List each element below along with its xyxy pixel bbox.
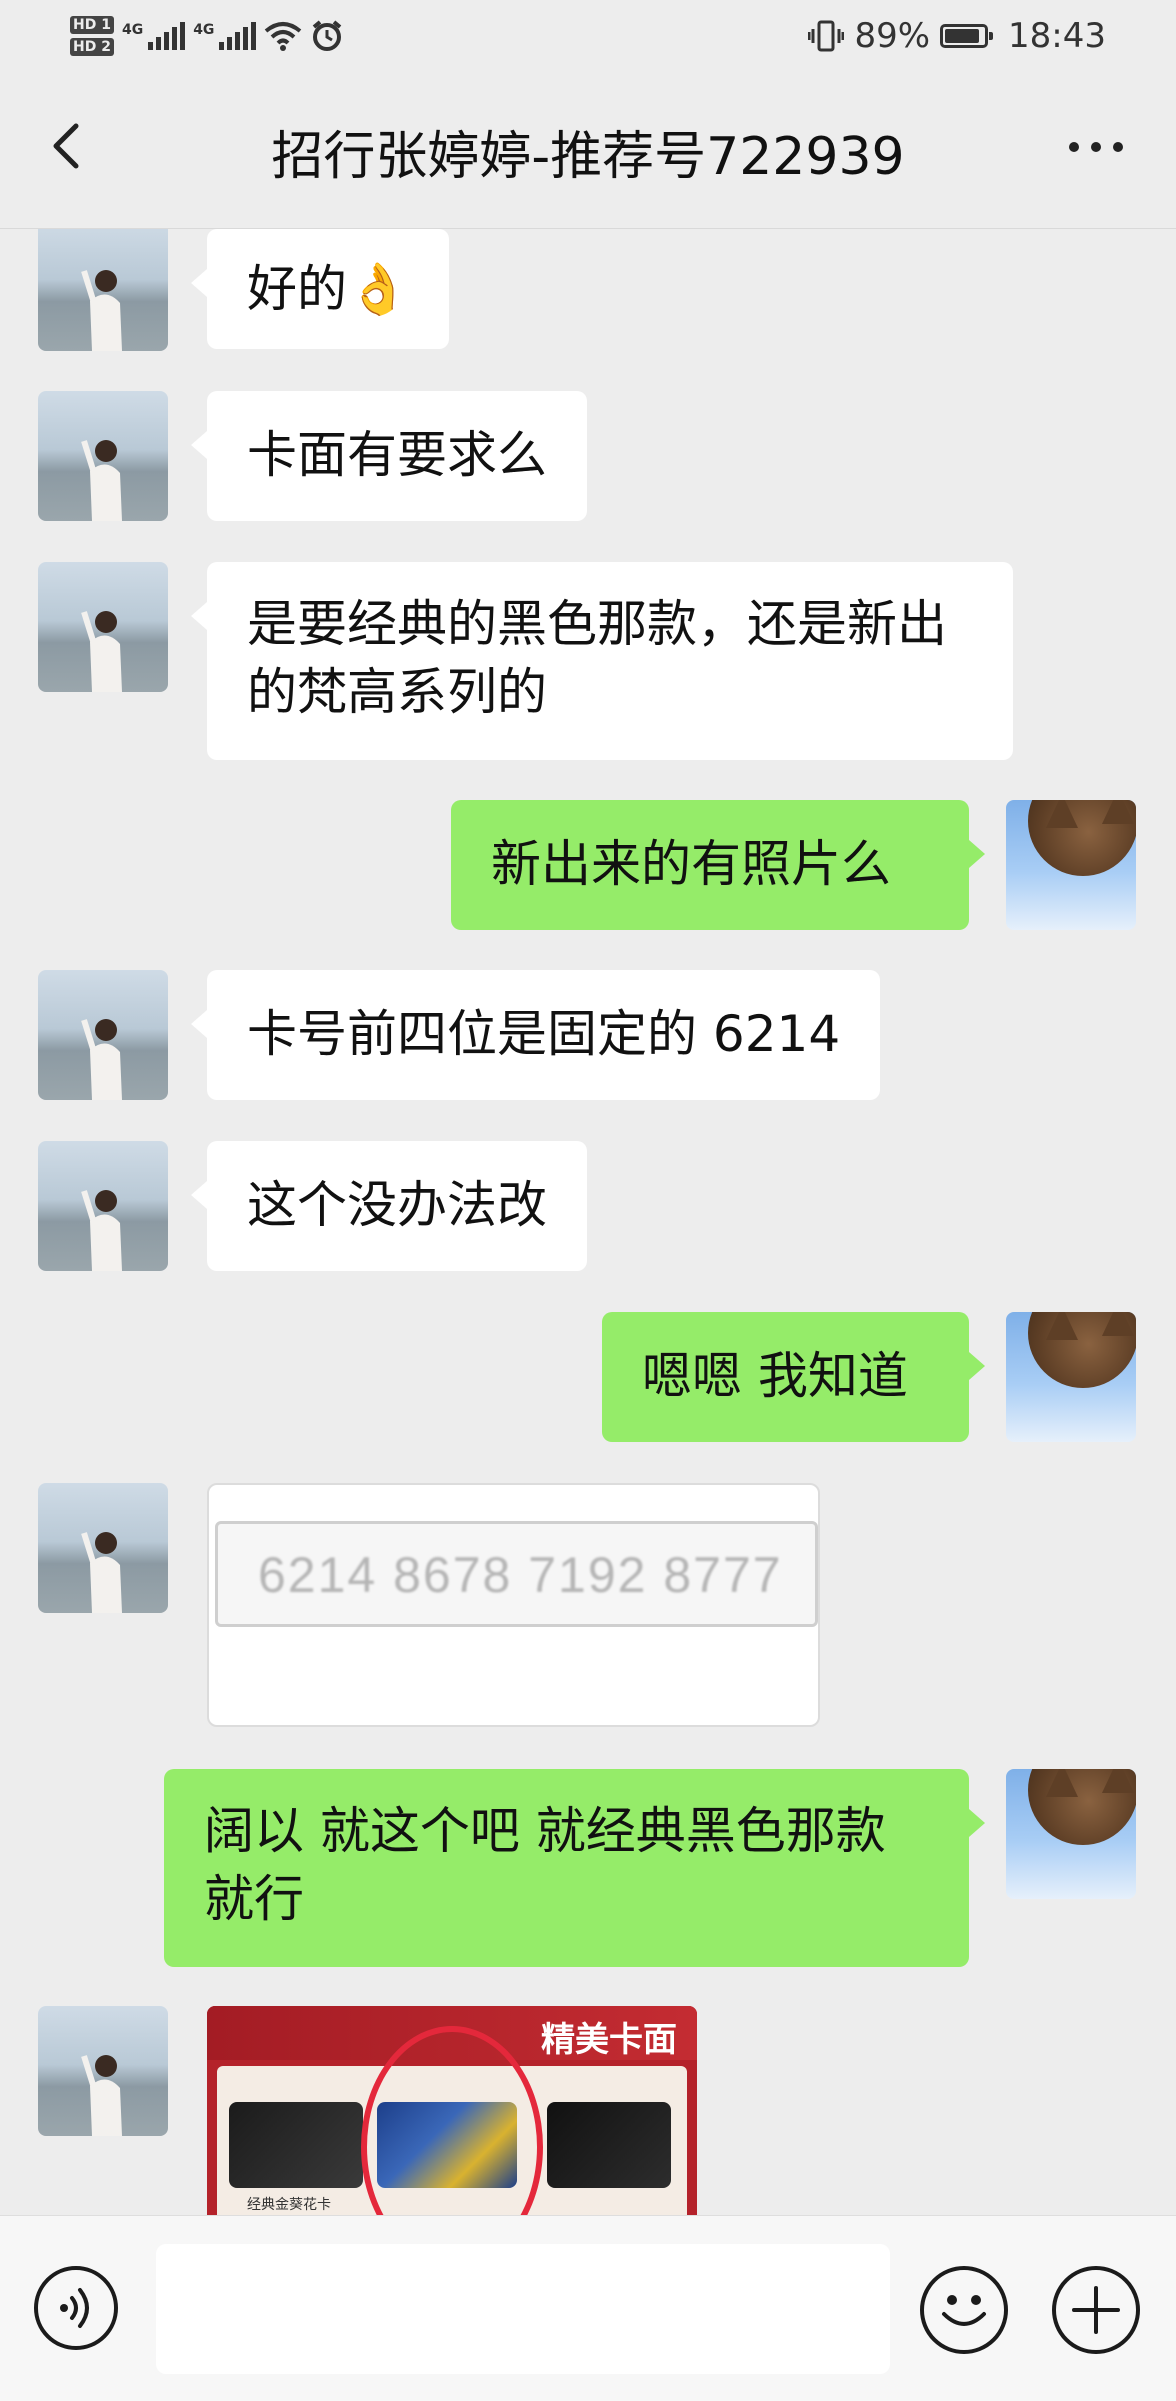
my-avatar[interactable] [1006, 1312, 1136, 1442]
card-number-field: 6214 8678 7192 8777 [215, 1521, 818, 1627]
message-received: 好的👌 [0, 229, 1176, 351]
contact-avatar[interactable] [38, 391, 168, 521]
more-dots-icon[interactable] [1056, 122, 1136, 172]
message-received: 卡面有要求么 [0, 391, 1176, 521]
message-bubble[interactable]: 是要经典的黑色那款，还是新出的梵高系列的 [191, 562, 1013, 760]
message-bubble[interactable]: 阔以 就这个吧 就经典黑色那款就行 [164, 1769, 985, 1967]
message-received: 6214 8678 7192 8777 [0, 1483, 1176, 1727]
hd2-badge: HD 2 [70, 38, 114, 56]
black-card-thumbnail [229, 2102, 363, 2188]
message-sent: 嗯嗯 我知道 [0, 1312, 1176, 1442]
message-bubble[interactable]: 嗯嗯 我知道 [602, 1312, 985, 1442]
contact-avatar[interactable] [38, 2006, 168, 2136]
message-bubble[interactable]: 新出来的有照片么 [451, 800, 985, 930]
signal-icon: 4G [121, 22, 186, 50]
image-message[interactable]: 6214 8678 7192 8777 [207, 1483, 820, 1727]
message-input[interactable] [156, 2244, 890, 2374]
plus-icon[interactable] [1052, 2266, 1140, 2354]
message-received: 这个没办法改 [0, 1141, 1176, 1271]
message-bubble[interactable]: 这个没办法改 [191, 1141, 587, 1271]
back-chevron-icon[interactable] [40, 116, 100, 176]
message-bubble[interactable]: 卡号前四位是固定的 6214 [190, 970, 881, 1100]
card-number: 6214 8678 7192 8777 [258, 1547, 783, 1603]
card-design-image[interactable]: 精美卡面 经典金葵花卡 [207, 2006, 697, 2215]
promo-title: 精美卡面 [541, 2020, 677, 2060]
network-type-label: 4G [121, 22, 144, 38]
contact-avatar[interactable] [38, 1483, 168, 1613]
message-sent: 新出来的有照片么 [0, 800, 1176, 930]
vibrate-icon [808, 20, 845, 52]
message-received: 是要经典的黑色那款，还是新出的梵高系列的 [0, 562, 1176, 760]
network-type-label: 4G [193, 22, 215, 38]
message-bubble[interactable]: 卡面有要求么 [191, 391, 587, 521]
card-caption: 经典金葵花卡 [247, 2197, 331, 2213]
my-avatar[interactable] [1006, 1769, 1136, 1899]
battery-percent: 89% [854, 16, 931, 56]
status-bar: HD 1 HD 2 4G 4G 89% 18:43 [0, 0, 1176, 72]
chat-title: 招行张婷婷-推荐号722939 [271, 127, 905, 187]
signal-icon: 4G [193, 22, 257, 50]
message-list[interactable]: 好的👌 卡面有要求么 是要经典的黑色那款，还是新出的梵高系列的 新出来的有照片么… [0, 229, 1176, 2215]
voice-icon[interactable] [34, 2266, 118, 2350]
contact-avatar[interactable] [38, 229, 168, 351]
emoji-icon[interactable] [920, 2266, 1008, 2354]
my-avatar[interactable] [1006, 800, 1136, 930]
alarm-icon [313, 20, 342, 51]
promo-panel: 经典金葵花卡 [217, 2026, 687, 2215]
message-received: 卡号前四位是固定的 6214 [0, 970, 1176, 1100]
status-right: 89% 18:43 [808, 14, 1106, 58]
contact-avatar[interactable] [38, 1141, 168, 1271]
chat-header: 招行张婷婷-推荐号722939 [0, 72, 1176, 229]
hd1-badge: HD 1 [70, 16, 114, 34]
message-sent: 阔以 就这个吧 就经典黑色那款就行 [0, 1769, 1176, 1967]
network-indicators: HD 1 HD 2 4G 4G [70, 8, 344, 64]
message-bubble[interactable]: 好的👌 [190, 229, 450, 349]
input-bar [0, 2215, 1176, 2401]
contact-avatar[interactable] [38, 970, 168, 1100]
battery-icon [940, 24, 994, 48]
contact-avatar[interactable] [38, 562, 168, 692]
wifi-icon [265, 22, 302, 51]
hellokitty-card-thumbnail [547, 2102, 671, 2188]
message-received: 精美卡面 经典金葵花卡 [0, 2006, 1176, 2215]
clock: 18:43 [1008, 16, 1106, 56]
